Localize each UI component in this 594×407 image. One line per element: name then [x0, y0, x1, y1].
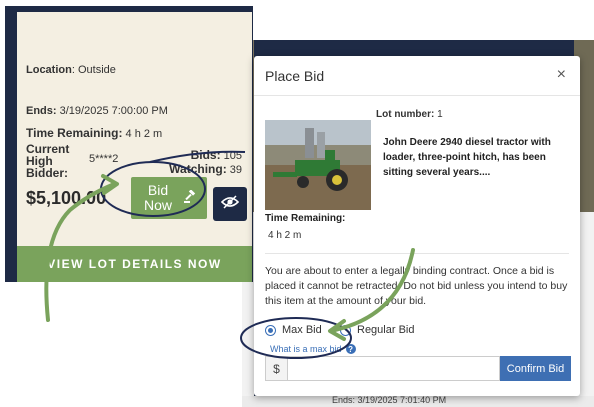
lot-description: John Deere 2940 diesel tractor with load… [383, 137, 551, 178]
regular-bid-option[interactable]: Regular Bid [340, 324, 414, 336]
lot-number-value: 1 [437, 109, 443, 120]
watch-button[interactable] [213, 187, 247, 221]
eye-icon [220, 194, 240, 214]
confirm-bid-button[interactable]: Confirm Bid [500, 356, 571, 381]
modal-header: Place Bid × [254, 56, 580, 96]
modal-time-remaining-value: 4 h 2 m [268, 230, 302, 241]
background-ends-text: Ends: 3/19/2025 7:01:40 PM [332, 395, 447, 405]
max-bid-label: Max Bid [282, 324, 322, 336]
bid-amount-input[interactable] [288, 356, 500, 381]
current-high-bidder-label: Current High Bidder: [26, 142, 70, 180]
listing-card-frame: Location: Outside Ends: 3/19/2025 7:00:0… [5, 6, 253, 282]
bid-now-label: Bid Now [143, 182, 172, 213]
current-price: $5,100.00 [26, 188, 107, 208]
bids-label: Bids: [190, 148, 221, 162]
bids-line: Bids: 105 [191, 148, 242, 162]
radio-icon[interactable] [340, 324, 351, 336]
modal-divider [265, 253, 569, 254]
time-remaining-label: Time Remaining: [26, 126, 123, 140]
bid-now-button[interactable]: Bid Now [131, 177, 207, 219]
help-link-text: What is a max bid [270, 344, 342, 354]
currency-prefix: $ [265, 356, 288, 381]
max-bid-option[interactable]: Max Bid [265, 324, 322, 336]
current-high-bidder-value: 5****2 [89, 153, 119, 165]
gavel-icon [183, 188, 197, 207]
close-icon[interactable]: × [557, 66, 566, 84]
lot-number-line: Lot number: 1 [376, 109, 443, 120]
lot-photo [265, 120, 371, 210]
modal-title: Place Bid [265, 68, 325, 84]
regular-bid-label: Regular Bid [357, 324, 415, 336]
location-line: Location: Outside [26, 64, 116, 76]
help-icon[interactable]: ? [345, 344, 356, 354]
legal-warning: You are about to enter a legally binding… [265, 265, 568, 307]
time-remaining-line: Time Remaining: 4 h 2 m [26, 126, 162, 140]
modal-time-remaining-label: Time Remaining: [265, 213, 346, 224]
ends-line: Ends: 3/19/2025 7:00:00 PM [26, 105, 168, 117]
bid-amount-group: $ Confirm Bid [265, 356, 571, 381]
radio-selected-icon[interactable] [265, 324, 276, 336]
place-bid-modal: Place Bid × Lot number: 1 John Deere 294… [254, 56, 580, 396]
max-bid-help-link[interactable]: What is a max bid ? [270, 344, 356, 354]
watching-label: Watching: [169, 162, 227, 176]
view-lot-details-button[interactable]: VIEW LOT DETAILS NOW [17, 246, 252, 282]
bids-value: 105 [223, 150, 242, 162]
time-remaining-value: 4 h 2 m [125, 128, 163, 140]
ends-value: 3/19/2025 7:00:00 PM [59, 105, 168, 117]
watching-value: 39 [229, 164, 242, 176]
ends-label: Ends: [26, 105, 57, 117]
listing-card: Location: Outside Ends: 3/19/2025 7:00:0… [17, 12, 252, 248]
lot-number-label: Lot number: [376, 109, 435, 120]
location-label: Location [26, 64, 72, 76]
location-value: Outside [77, 64, 116, 76]
watching-line: Watching: 39 [169, 162, 242, 176]
